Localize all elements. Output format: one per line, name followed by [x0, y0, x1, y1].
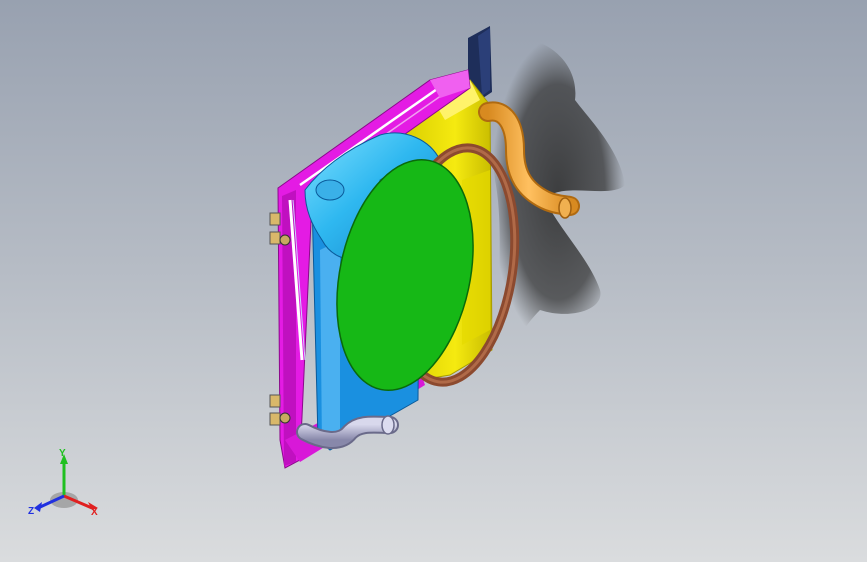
- x-axis-label: X: [91, 507, 98, 518]
- axis-triad: Y X Z: [28, 448, 98, 518]
- cad-model-view[interactable]: [0, 0, 867, 562]
- z-axis-arrow: [34, 502, 42, 512]
- z-axis-label: Z: [28, 506, 34, 517]
- y-axis-label: Y: [59, 448, 66, 459]
- graphics-viewport[interactable]: Y X Z: [0, 0, 867, 562]
